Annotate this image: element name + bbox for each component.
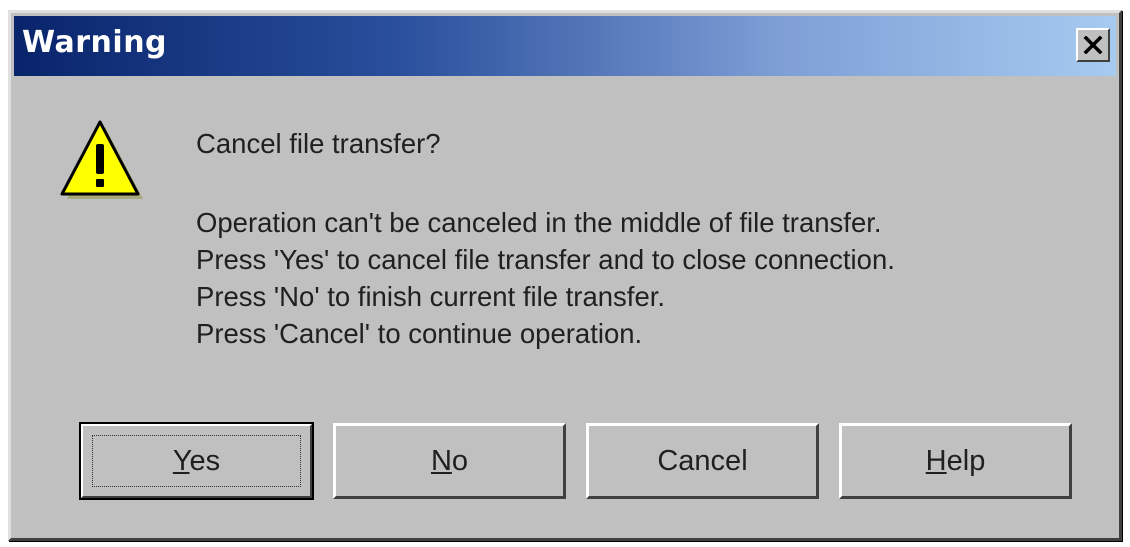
yes-label: es (189, 444, 221, 477)
yes-button[interactable]: Yes (79, 422, 314, 500)
window-title: Warning (22, 25, 168, 60)
close-button[interactable] (1076, 28, 1110, 62)
button-row: Yes No Cancel Help (11, 422, 1119, 500)
cancel-button[interactable]: Cancel (586, 423, 819, 499)
no-button[interactable]: No (333, 423, 566, 499)
no-label: o (451, 444, 469, 477)
help-button[interactable]: Help (839, 423, 1072, 499)
no-mnemonic: N (430, 444, 452, 477)
cancel-label: Cancel (657, 444, 748, 477)
message-line: Press 'Yes' to cancel file transfer and … (196, 244, 895, 275)
warning-dialog: Warning Cancel file transfer? Operation … (8, 10, 1122, 541)
help-label: elp (946, 444, 986, 477)
message-line: Press 'Cancel' to continue operation. (196, 318, 643, 349)
close-icon (1083, 36, 1103, 54)
message-line: Press 'No' to finish current file transf… (196, 281, 666, 312)
message-text: Cancel file transfer? Operation can't be… (196, 125, 895, 352)
message-line: Operation can't be canceled in the middl… (196, 207, 882, 238)
message-question: Cancel file transfer? (196, 128, 441, 159)
title-bar[interactable]: Warning (14, 16, 1116, 76)
help-mnemonic: H (925, 444, 947, 477)
yes-mnemonic: Y (172, 444, 190, 477)
warning-icon (60, 120, 143, 199)
